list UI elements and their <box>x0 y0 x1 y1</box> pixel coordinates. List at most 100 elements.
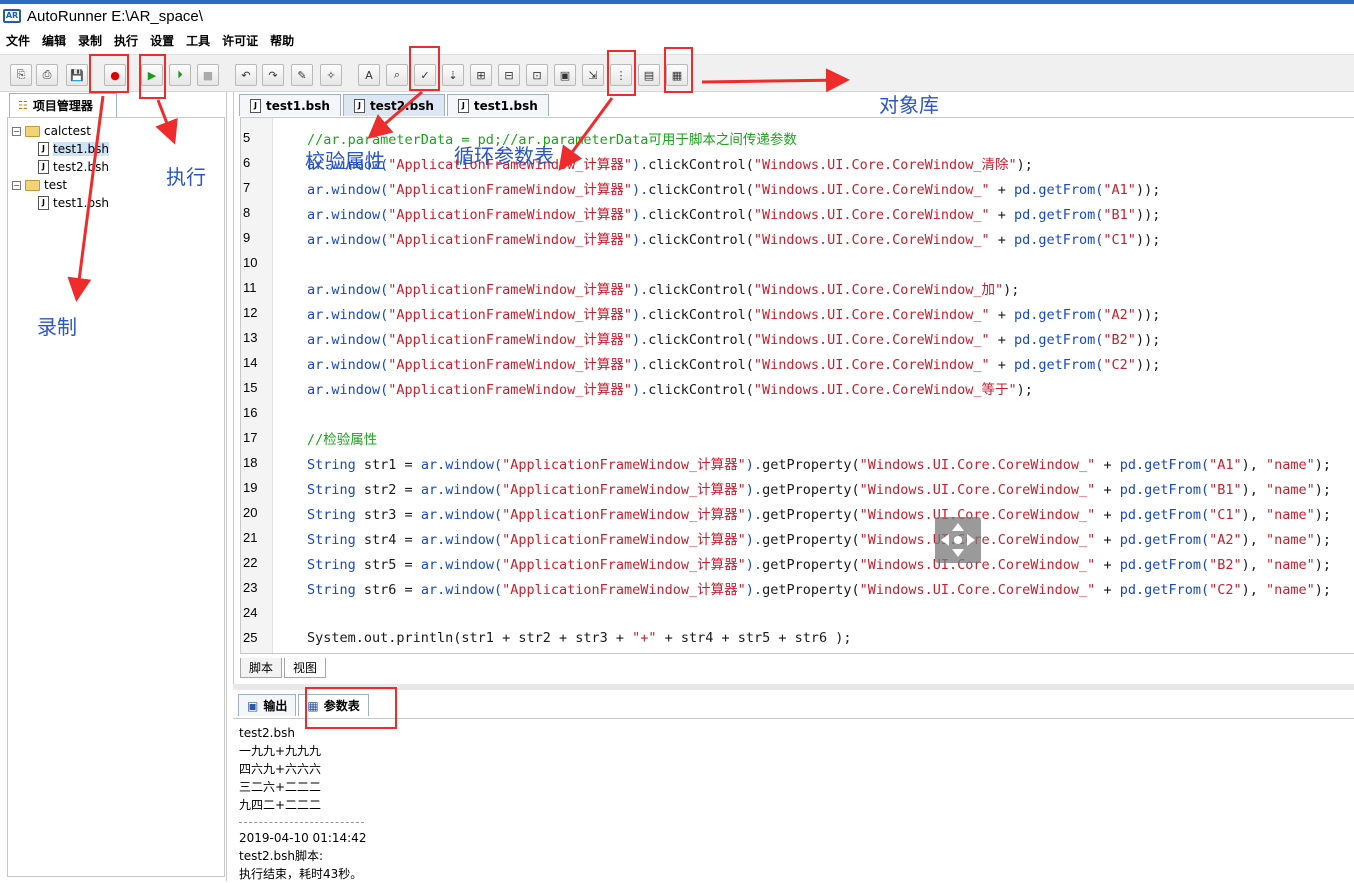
save-icon: 💾 <box>70 68 84 82</box>
code-token: getProperty( <box>762 456 860 473</box>
code-token: ). <box>745 456 763 473</box>
record-button[interactable]: ● <box>104 64 126 86</box>
code-line: 19 String str2 = ar.window("ApplicationFr… <box>241 475 1354 500</box>
code-line: 20 String str3 = ar.window("ApplicationFr… <box>241 500 1354 525</box>
editor-tab-label: test2.bsh <box>369 98 434 113</box>
code-token: ar.window( <box>307 231 389 248</box>
run-button[interactable]: ▶ <box>141 64 163 86</box>
code-token: "Windows.UI.Core.CoreWindow_加" <box>753 281 1004 298</box>
tool-8-button[interactable]: ⇲ <box>582 64 604 86</box>
loop-parameter-icon: ⋮ <box>615 68 627 82</box>
redo-button[interactable]: ↷ <box>262 64 284 86</box>
tree-folder[interactable]: − calctest <box>12 122 91 140</box>
code-line: 7 ar.window("ApplicationFrameWindow_计算器")… <box>241 175 1354 200</box>
bottom-panel: ▣ 输出 ▦ 参数表 test2.bsh 一九九+九九九 四六九+六六六 三二六+二二二 九四… <box>233 690 1354 881</box>
editor-view-tab[interactable]: 脚本 <box>240 658 283 678</box>
tool-3-button[interactable]: ⇣ <box>442 64 464 86</box>
menu-item[interactable]: 设置 <box>150 32 182 49</box>
project-tree: − calctest Jtest1.bsh Jtest2.bsh − test Jtest1… <box>7 117 225 877</box>
editor-view-tab[interactable]: 视图 <box>284 658 327 678</box>
menu-item[interactable]: 执行 <box>114 32 146 49</box>
tool-1-button[interactable]: ✎ <box>291 64 313 86</box>
tree-file[interactable]: Jtest1.bsh <box>38 194 109 212</box>
verify-property-button[interactable]: ✓ <box>414 64 436 86</box>
code-token: "B1" <box>1103 206 1136 223</box>
tab-test1-bsh[interactable]: Jtest1.bsh <box>446 94 549 116</box>
menu-bar: 文件 编辑 录制 执行 设置 工具 许可证 帮助 <box>0 28 1354 52</box>
code-token: "+" <box>632 629 657 646</box>
tool-6-button[interactable]: ⊡ <box>526 64 548 86</box>
code-token: + <box>1095 581 1120 598</box>
project-manager-tab-label: 项目管理器 <box>32 99 93 113</box>
tree-folder[interactable]: − test <box>12 176 67 194</box>
object-library-button[interactable]: ▦ <box>666 64 688 86</box>
code-token: System.out.println(str1 + str2 + str3 + <box>307 629 633 646</box>
loop-parameter-button[interactable]: ⋮ <box>610 64 632 86</box>
code-token: ); <box>1314 531 1332 548</box>
tab-parameter-table[interactable]: ▦ 参数表 <box>298 694 369 716</box>
code-token: ); <box>1314 481 1332 498</box>
tree-file[interactable]: Jtest1.bsh <box>38 140 109 158</box>
code-token: ), <box>1241 481 1267 498</box>
code-token: ). <box>631 281 649 298</box>
tree-file[interactable]: Jtest2.bsh <box>38 158 109 176</box>
code-token: ); <box>1314 506 1332 523</box>
new-script-button[interactable]: ⎙ <box>36 64 58 86</box>
code-line: 22 String str5 = ar.window("ApplicationFr… <box>241 550 1354 575</box>
tab-test2-bsh[interactable]: Jtest2.bsh <box>342 94 445 116</box>
stop-icon: ■ <box>202 68 214 82</box>
code-token: ar.window( <box>307 156 389 173</box>
tool-7-button[interactable]: ▣ <box>554 64 576 86</box>
code-token: ), <box>1241 456 1267 473</box>
code-token: getProperty( <box>762 581 860 598</box>
new-project-button[interactable]: ⎘ <box>10 64 32 86</box>
line-number: 13 <box>243 330 258 345</box>
code-token: "ApplicationFrameWindow_计算器" <box>388 181 632 198</box>
code-token: ar.window( <box>420 506 503 523</box>
tab-output[interactable]: ▣ 输出 <box>238 694 297 716</box>
code-token: clickControl( <box>648 356 754 373</box>
code-area[interactable]: 5 //ar.parameterData = pd;//ar.parameterD… <box>240 117 1354 654</box>
tool-9-button[interactable]: ▤ <box>638 64 660 86</box>
script-file-icon: J <box>38 142 49 156</box>
code-line: 16 <box>241 400 1354 425</box>
tool-5-button[interactable]: ⊟ <box>498 64 520 86</box>
code-line: 12 ar.window("ApplicationFrameWindow_计算器"… <box>241 300 1354 325</box>
step-run-button[interactable]: ⏵ <box>169 64 191 86</box>
code-token: ). <box>631 181 649 198</box>
code-token: ar.window( <box>307 381 389 398</box>
code-token: ), <box>1241 581 1267 598</box>
menu-item[interactable]: 编辑 <box>42 32 74 49</box>
output-console: test2.bsh 一九九+九九九 四六九+六六六 三二六+二二二 九四二+二二二 201… <box>233 718 1354 881</box>
code-token: ). <box>631 381 649 398</box>
menu-item[interactable]: 许可证 <box>222 32 266 49</box>
tool-2-button[interactable]: ✧ <box>320 64 342 86</box>
menu-item[interactable]: 工具 <box>186 32 218 49</box>
code-token: ); <box>1314 581 1332 598</box>
tab-test1-bsh[interactable]: Jtest1.bsh <box>239 94 341 116</box>
code-line: 25 System.out.println(str1 + str2 + str3 … <box>241 625 1354 650</box>
tool-4-button[interactable]: ⊞ <box>470 64 492 86</box>
menu-item[interactable]: 文件 <box>6 32 38 49</box>
new-project-icon: ⎘ <box>16 68 26 81</box>
code-text: String str6 = ar.window("ApplicationFram… <box>273 578 1331 598</box>
find-button[interactable]: ⌕ <box>386 64 408 86</box>
save-button[interactable]: 💾 <box>66 64 88 86</box>
editor-tab-label: test1.bsh <box>266 98 330 113</box>
stop-button[interactable]: ■ <box>197 64 219 86</box>
line-number: 25 <box>243 630 258 645</box>
code-token: clickControl( <box>648 206 754 223</box>
code-token: "Windows.UI.Core.CoreWindow_" <box>753 181 990 198</box>
menu-item[interactable]: 录制 <box>78 32 110 49</box>
project-manager-tab[interactable]: ☷ 项目管理器 <box>9 93 117 117</box>
code-token: "Windows.UI.Core.CoreWindow_" <box>859 481 1096 498</box>
line-number: 6 <box>243 155 251 170</box>
code-token: pd.getFrom( <box>1014 181 1104 198</box>
output-line: test2.bsh脚本: <box>239 849 324 863</box>
font-button[interactable]: A <box>358 64 380 86</box>
code-token: + <box>1095 506 1120 523</box>
undo-button[interactable]: ↶ <box>235 64 257 86</box>
collapse-toggle-icon[interactable]: − <box>12 126 21 136</box>
collapse-toggle-icon[interactable]: − <box>12 180 21 190</box>
menu-item[interactable]: 帮助 <box>270 32 302 49</box>
